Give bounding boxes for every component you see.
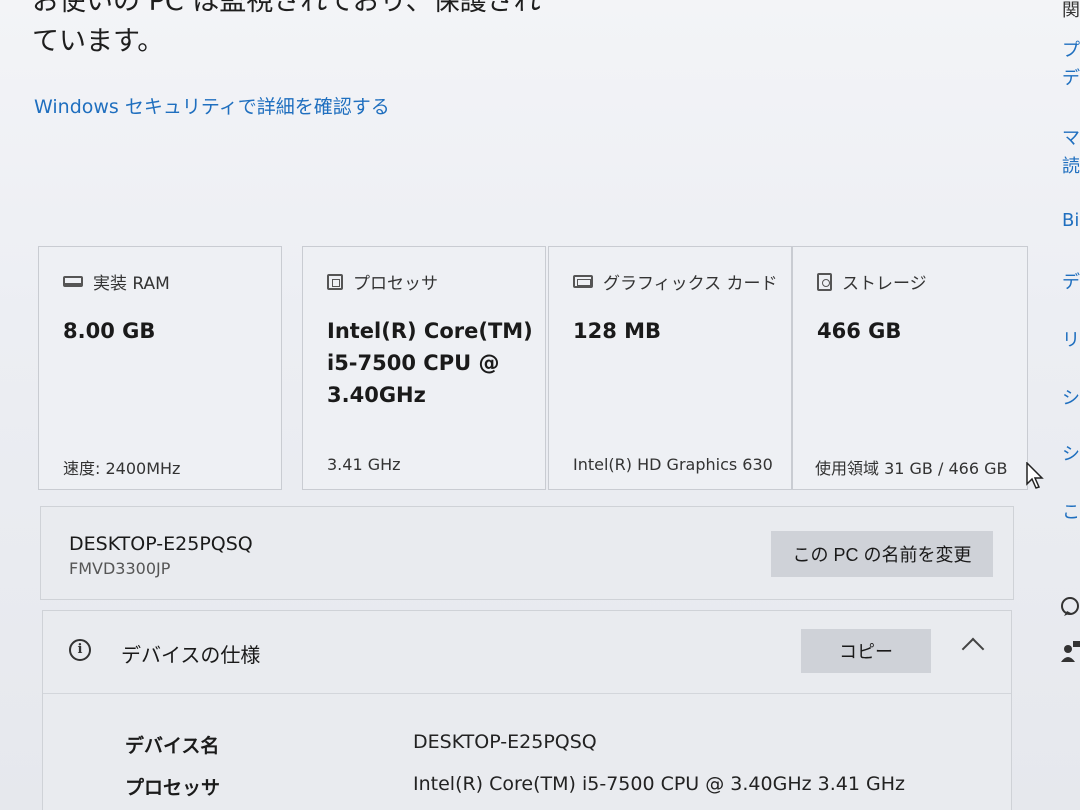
card-graphics-header: グラフィックス カード bbox=[573, 269, 778, 294]
display-adapter-icon bbox=[573, 275, 593, 288]
storage-icon bbox=[817, 272, 832, 291]
processor-icon bbox=[327, 273, 343, 290]
hardware-cards: 実装 RAM 8.00 GB 速度: 2400MHz プロセッサ Intel(R… bbox=[38, 246, 1028, 494]
main-content: お使いの PC は監視されており、保護され ています。 Windows セキュリ… bbox=[0, 0, 1040, 810]
info-icon: i bbox=[69, 639, 91, 661]
mouse-cursor-glyph bbox=[1026, 461, 1044, 489]
card-ram-value: 8.00 GB bbox=[63, 319, 156, 343]
sidebar-item[interactable]: シス bbox=[1062, 384, 1080, 410]
feedback-icon-glyph bbox=[1061, 641, 1080, 662]
spec-key: デバイス名 bbox=[125, 735, 220, 757]
card-storage-value: 466 GB bbox=[817, 319, 902, 343]
related-settings-sidebar: 関 プ デ マ 読 Bi デ リモ シス シス この bbox=[1040, 0, 1080, 810]
rename-pc-button[interactable]: この PC の名前を変更 bbox=[771, 531, 993, 577]
windows-security-link[interactable]: Windows セキュリティで詳細を確認する bbox=[34, 92, 390, 119]
pc-name: DESKTOP-E25PQSQ bbox=[69, 533, 253, 555]
card-storage-header: ストレージ bbox=[817, 269, 927, 294]
sidebar-item[interactable]: この bbox=[1062, 498, 1080, 524]
card-storage-title: ストレージ bbox=[842, 274, 927, 294]
sidebar-item[interactable]: デ bbox=[1062, 268, 1080, 294]
spec-value: DESKTOP-E25PQSQ bbox=[413, 731, 597, 753]
security-status-line-2: ています。 bbox=[32, 26, 165, 57]
feedback-icon[interactable] bbox=[1060, 640, 1080, 662]
card-graphics: グラフィックス カード 128 MB Intel(R) HD Graphics … bbox=[548, 246, 792, 490]
card-graphics-footer: Intel(R) HD Graphics 630 bbox=[573, 455, 773, 474]
sidebar-item[interactable]: Bi bbox=[1062, 210, 1079, 231]
device-specs-title: デバイスの仕様 bbox=[121, 643, 261, 667]
security-status-line-1: お使いの PC は監視されており、保護され bbox=[32, 0, 541, 17]
spec-key: プロセッサ bbox=[125, 777, 221, 799]
card-ram-header: 実装 RAM bbox=[63, 269, 170, 294]
settings-about-page: お使いの PC は監視されており、保護され ています。 Windows セキュリ… bbox=[0, 0, 1080, 810]
card-storage-footer: 使用領域 31 GB / 466 GB bbox=[815, 459, 1008, 478]
spec-value: Intel(R) Core(TM) i5-7500 CPU @ 3.40GHz … bbox=[413, 773, 905, 795]
card-storage: ストレージ 466 GB 使用領域 31 GB / 466 GB bbox=[792, 246, 1028, 490]
pc-model: FMVD3300JP bbox=[69, 559, 171, 578]
sidebar-item[interactable]: マ bbox=[1062, 124, 1080, 150]
device-specs-header[interactable]: i デバイスの仕様 コピー bbox=[43, 611, 1011, 694]
card-processor: プロセッサ Intel(R) Core(TM) i5-7500 CPU @ 3.… bbox=[302, 246, 546, 490]
card-graphics-title: グラフィックス カード bbox=[603, 274, 778, 294]
sidebar-item[interactable]: 読 bbox=[1062, 152, 1080, 178]
card-processor-footer: 3.41 GHz bbox=[327, 455, 401, 474]
memory-icon bbox=[63, 276, 83, 287]
sidebar-item[interactable]: プ bbox=[1062, 36, 1080, 62]
card-ram: 実装 RAM 8.00 GB 速度: 2400MHz bbox=[38, 246, 282, 490]
help-icon-glyph bbox=[1061, 597, 1079, 616]
card-processor-value: Intel(R) Core(TM) i5-7500 CPU @ 3.40GHz bbox=[327, 319, 533, 407]
device-specs-panel: i デバイスの仕様 コピー デバイス名 DESKTOP-E25PQSQ プロセッ… bbox=[42, 610, 1012, 810]
copy-button[interactable]: コピー bbox=[801, 629, 931, 673]
pc-name-panel: DESKTOP-E25PQSQ FMVD3300JP この PC の名前を変更 bbox=[40, 506, 1014, 600]
sidebar-item[interactable]: リモ bbox=[1062, 326, 1080, 352]
card-graphics-value: 128 MB bbox=[573, 319, 662, 343]
help-icon[interactable] bbox=[1060, 596, 1080, 618]
security-status-text: お使いの PC は監視されており、保護され ています。 bbox=[32, 0, 541, 62]
card-processor-header: プロセッサ bbox=[327, 269, 438, 294]
sidebar-item[interactable]: シス bbox=[1062, 440, 1080, 466]
sidebar-heading: 関 bbox=[1062, 0, 1080, 21]
card-ram-title: 実装 RAM bbox=[93, 274, 170, 294]
card-processor-title: プロセッサ bbox=[353, 274, 438, 294]
chevron-up-icon[interactable] bbox=[961, 637, 985, 661]
card-ram-footer: 速度: 2400MHz bbox=[63, 459, 181, 478]
sidebar-item[interactable]: デ bbox=[1062, 64, 1080, 90]
